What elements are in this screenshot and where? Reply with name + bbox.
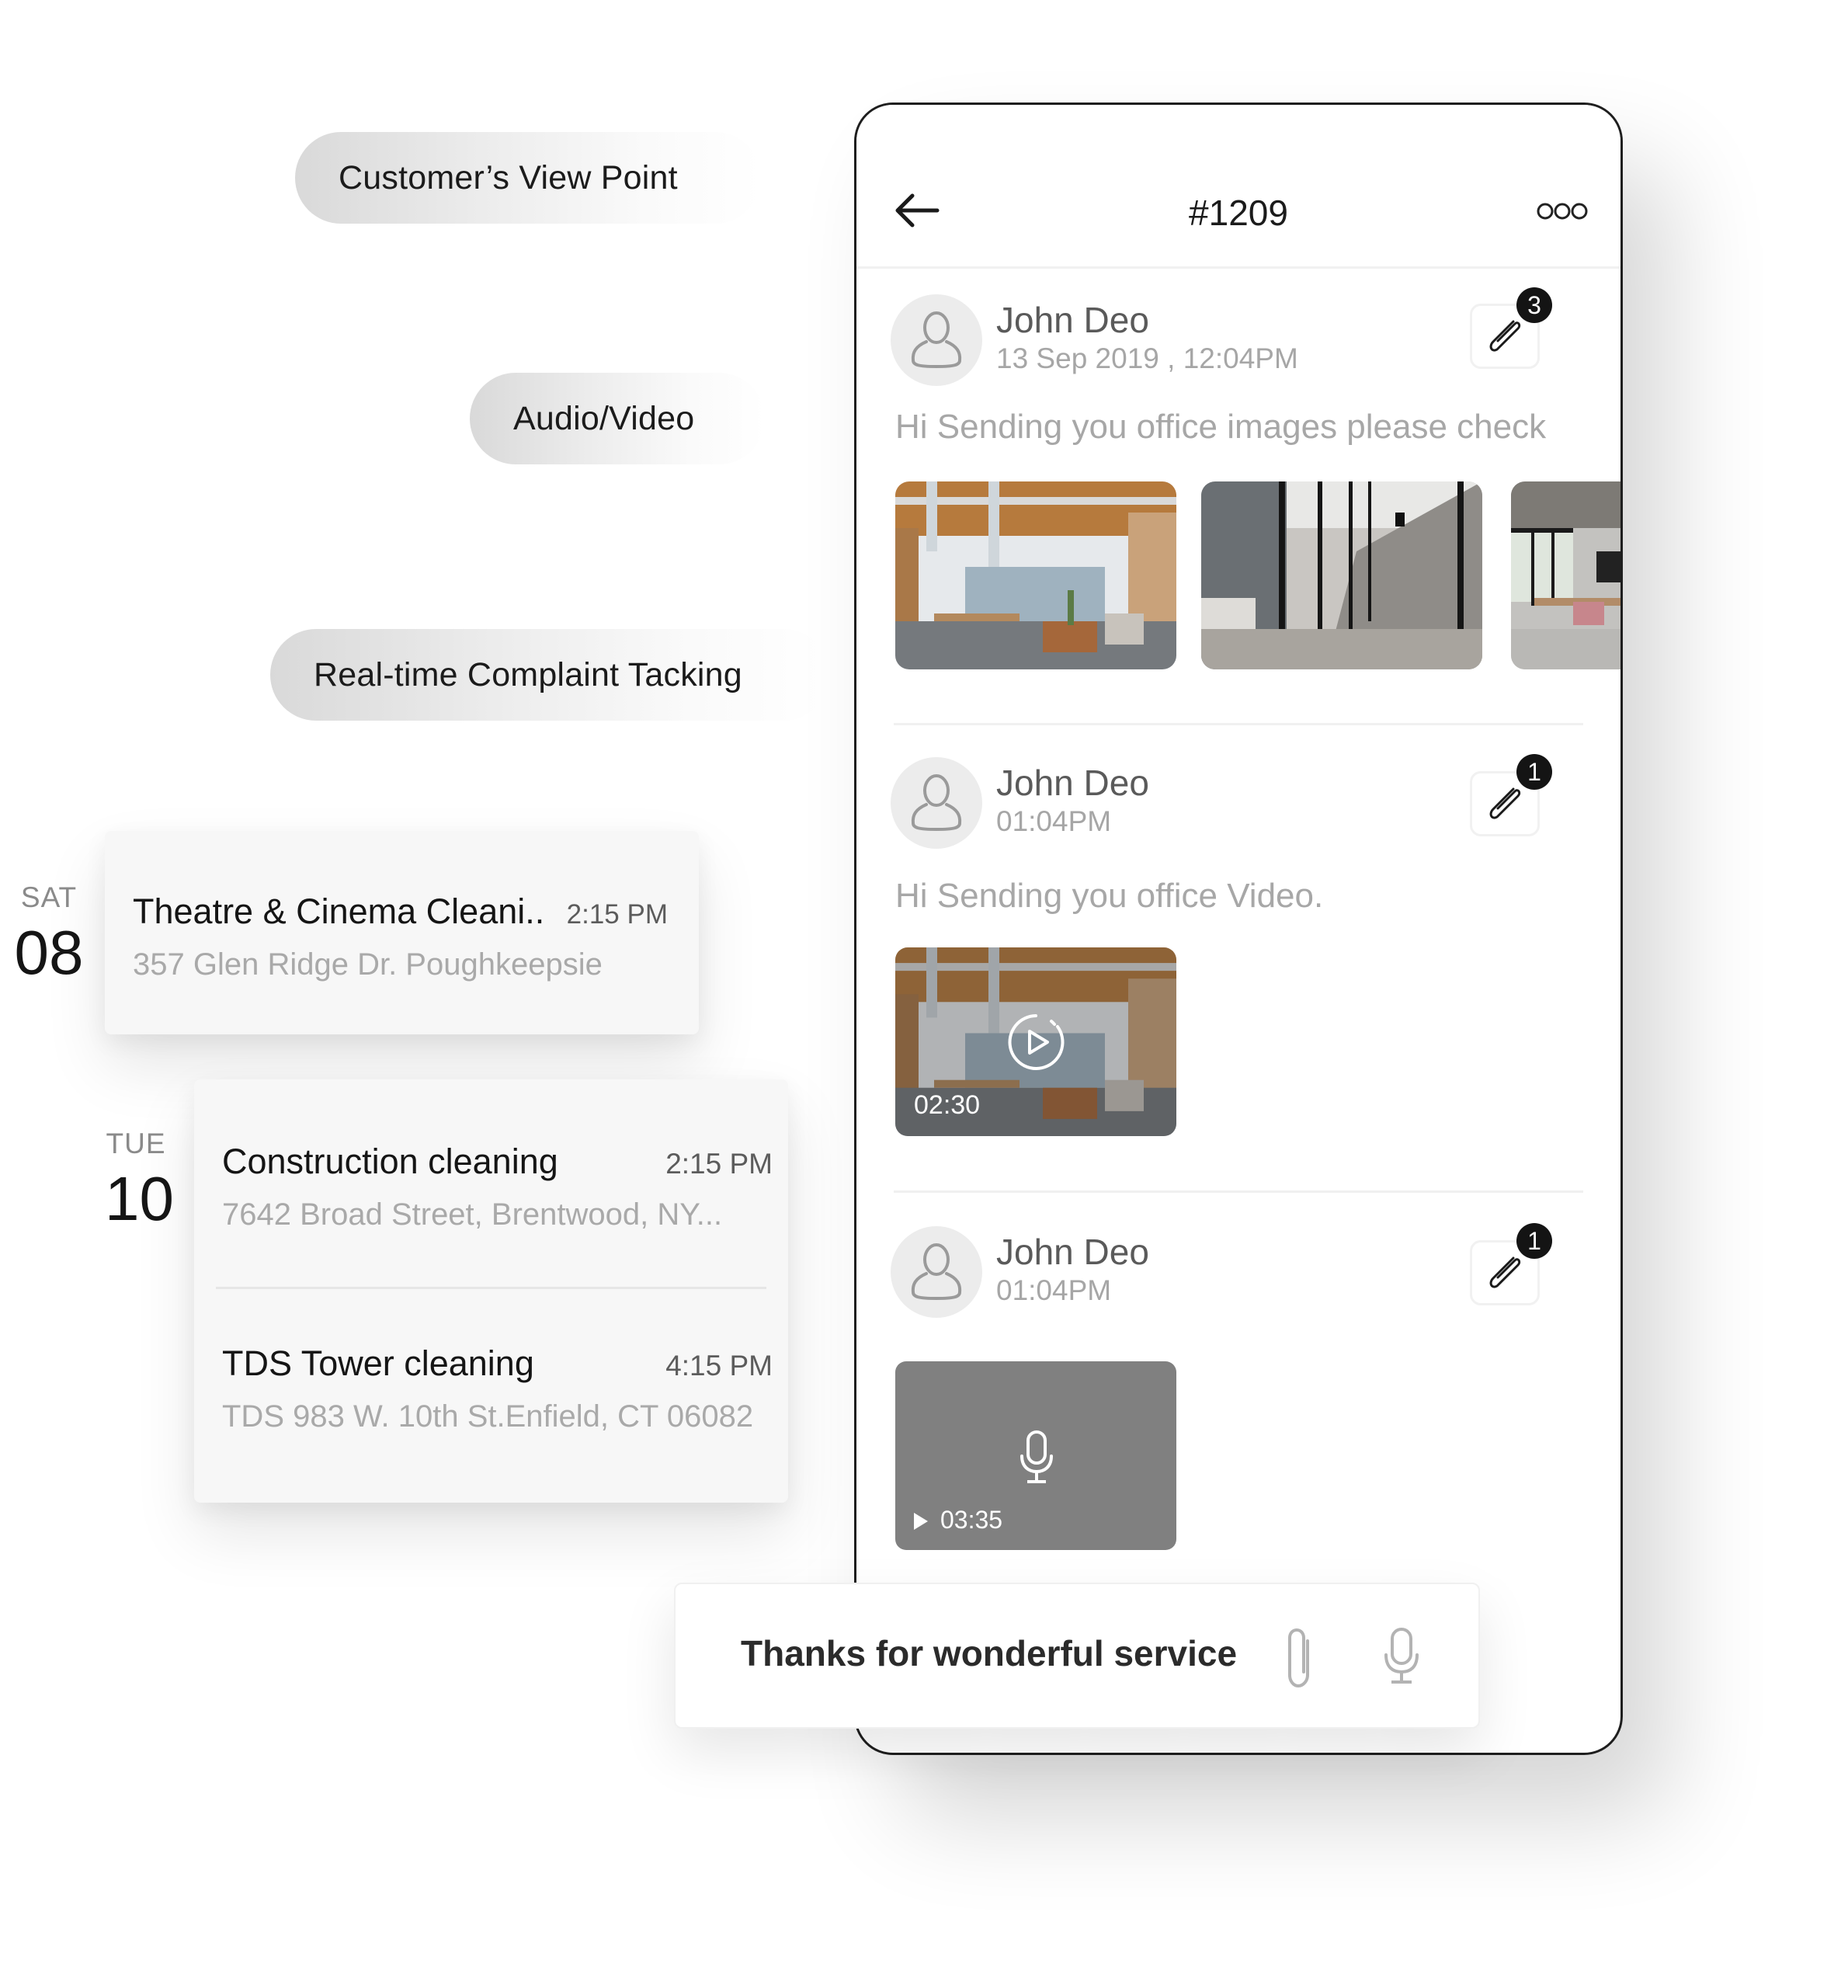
user-icon [911,774,962,832]
job-address: TDS 983 W. 10th St.Enfield, CT 06082 [222,1399,754,1434]
day-label: SAT 08 [14,881,84,984]
video-attachment[interactable]: 02:30 [895,947,1176,1136]
image-thumbnail[interactable] [895,481,1176,669]
attachment-count-badge: 1 [1516,1223,1552,1259]
job-time: 2:15 PM [665,1148,773,1180]
sender-name: John Deo [996,300,1149,340]
job-item[interactable]: Theatre & Cinema Cleani.. 2:15 PM 357 Gl… [133,891,668,982]
message-timestamp: 01:04PM [996,805,1112,837]
ticket-title: #1209 [1189,193,1288,233]
play-circle-icon[interactable] [1006,1013,1065,1072]
paperclip-icon [1489,1256,1521,1288]
avatar [891,1226,982,1318]
day-label: TUE 10 [105,1128,174,1233]
day-of-week: SAT [20,881,78,913]
message-input-bar: Thanks for wonderful service [674,1583,1480,1729]
office-photo [1511,481,1620,669]
phone-frame: #1209 John Deo 13 Sep 2019 , 12:04PM 3 H… [854,103,1623,1755]
job-address: 357 Glen Ridge Dr. Poughkeepsie [133,947,603,982]
microphone-icon[interactable] [1382,1627,1421,1686]
attachment-count-badge: 3 [1516,287,1552,323]
schedule-card[interactable]: Theatre & Cinema Cleani.. 2:15 PM 357 Gl… [105,831,699,1034]
message-divider [894,723,1583,725]
feature-pill-complaint-tracking: Real-time Complaint Tacking [270,629,829,721]
message-timestamp: 01:04PM [996,1274,1112,1306]
day-number: 10 [105,1164,174,1233]
paperclip-icon[interactable] [1286,1627,1317,1689]
message-divider [894,1190,1583,1193]
office-photo [1201,481,1482,669]
microphone-icon [1020,1430,1053,1483]
image-thumbnail[interactable] [1511,481,1620,669]
job-item[interactable]: Construction cleaning 2:15 PM 7642 Broad… [222,1142,773,1232]
attachment-count-badge: 1 [1516,754,1552,790]
avatar [891,294,982,386]
more-options-icon[interactable] [1537,201,1588,221]
feature-pill-customer-view: Customer’s View Point [295,132,761,224]
feature-pill-label: Customer’s View Point [339,158,678,196]
job-title: Construction cleaning [222,1142,558,1181]
day-number: 08 [14,918,84,987]
play-icon[interactable] [912,1511,929,1531]
video-duration: 02:30 [914,1090,981,1120]
user-icon [911,311,962,369]
avatar [891,757,982,849]
paperclip-icon [1489,787,1521,819]
day-of-week: TUE [106,1128,166,1159]
paperclip-icon [1489,320,1521,352]
feature-pill-audio-video: Audio/Video [470,373,765,464]
job-time: 2:15 PM [566,899,668,930]
job-time: 4:15 PM [665,1350,773,1382]
user-icon [911,1243,962,1301]
job-address: 7642 Broad Street, Brentwood, NY... [222,1197,723,1232]
job-divider [216,1287,766,1289]
image-thumbnail[interactable] [1201,481,1482,669]
schedule-card: Construction cleaning 2:15 PM 7642 Broad… [194,1079,788,1503]
audio-duration: 03:35 [940,1506,1003,1534]
audio-attachment[interactable]: 03:35 [895,1361,1176,1550]
message-timestamp: 13 Sep 2019 , 12:04PM [996,342,1298,374]
sender-name: John Deo [996,1232,1149,1272]
chat-header: #1209 [856,105,1620,269]
message-text: Hi Sending you office Video. [895,877,1324,915]
sender-name: John Deo [996,763,1149,803]
feature-pill-label: Real-time Complaint Tacking [314,655,742,693]
feature-pill-label: Audio/Video [513,399,695,437]
job-item[interactable]: TDS Tower cleaning 4:15 PM TDS 983 W. 10… [222,1343,773,1434]
message-input[interactable]: Thanks for wonderful service [741,1632,1237,1674]
office-photo [895,481,1176,669]
message-text: Hi Sending you office images please chec… [895,408,1547,446]
job-title: TDS Tower cleaning [222,1343,534,1383]
job-title: Theatre & Cinema Cleani.. [133,891,545,931]
